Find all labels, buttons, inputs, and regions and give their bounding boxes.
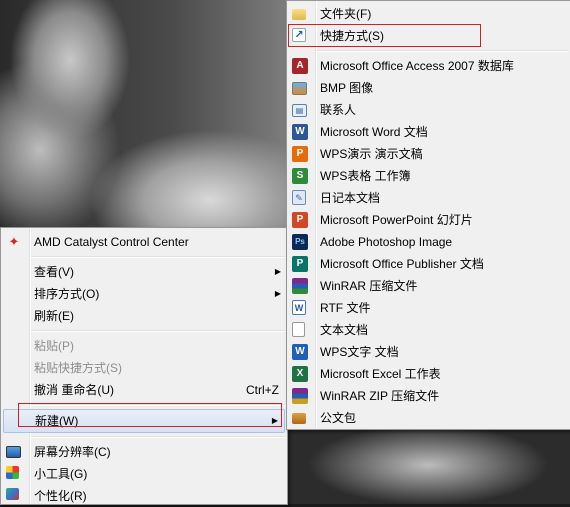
menu-item-label: 查看(V) [34, 265, 74, 279]
new-shortcut-item[interactable]: ↗ 快捷方式(S) [287, 25, 570, 47]
menu-item-refresh[interactable]: 刷新(E) [1, 305, 287, 327]
new-powerpoint-item[interactable]: P Microsoft PowerPoint 幻灯片 [287, 209, 570, 231]
new-folder-item[interactable]: 文件夹(F) [287, 3, 570, 25]
menu-item-label: RTF 文件 [320, 301, 371, 315]
new-excel-worksheet-item[interactable]: X Microsoft Excel 工作表 [287, 363, 570, 385]
menu-item-label: AMD Catalyst Control Center [34, 235, 189, 249]
menu-item-label: WPS演示 演示文稿 [320, 147, 423, 161]
display-icon [6, 446, 21, 458]
desktop-wallpaper-fragment [288, 425, 570, 504]
new-publisher-document-item[interactable]: P Microsoft Office Publisher 文档 [287, 253, 570, 275]
submenu-arrow-icon: ▶ [274, 289, 281, 298]
excel-icon: X [292, 366, 308, 382]
menu-item-view[interactable]: 查看(V) ▶ [1, 261, 287, 283]
wps-spreadsheet-icon: S [292, 168, 308, 184]
menu-item-label: 屏幕分辨率(C) [34, 445, 111, 459]
new-wps-spreadsheet-item[interactable]: S WPS表格 工作簿 [287, 165, 570, 187]
new-bmp-image-item[interactable]: BMP 图像 [287, 77, 570, 99]
new-contact-item[interactable]: ▤ 联系人 [287, 99, 570, 121]
winrar-zip-icon [292, 388, 308, 404]
submenu-arrow-icon: ▶ [271, 416, 278, 425]
photoshop-icon: Ps [292, 234, 308, 250]
menu-item-shortcut: Ctrl+Z [246, 383, 279, 397]
menu-separator [31, 436, 285, 438]
menu-item-label: 个性化(R) [34, 489, 87, 503]
menu-item-label: 新建(W) [35, 414, 79, 428]
menu-item-paste[interactable]: 粘贴(P) [1, 335, 287, 357]
menu-item-label: Microsoft Excel 工作表 [320, 367, 441, 381]
menu-item-label: 排序方式(O) [34, 287, 100, 301]
menu-item-label: Microsoft Office Publisher 文档 [320, 257, 484, 271]
powerpoint-icon: P [292, 212, 308, 228]
new-wps-presentation-item[interactable]: P WPS演示 演示文稿 [287, 143, 570, 165]
rtf-icon: W [292, 300, 306, 315]
word-icon: W [292, 124, 308, 140]
wps-writer-icon: W [292, 344, 308, 360]
submenu-arrow-icon: ▶ [274, 267, 281, 276]
menu-item-label: 小工具(G) [34, 467, 88, 481]
desktop-context-menu: ✦ AMD Catalyst Control Center 查看(V) ▶ 排序… [0, 227, 288, 505]
new-journal-document-item[interactable]: ✎ 日记本文档 [287, 187, 570, 209]
folder-icon [292, 9, 306, 20]
menu-item-label: Microsoft PowerPoint 幻灯片 [320, 213, 473, 227]
new-word-document-item[interactable]: W Microsoft Word 文档 [287, 121, 570, 143]
new-access-database-item[interactable]: A Microsoft Office Access 2007 数据库 [287, 55, 570, 77]
new-winrar-zip-item[interactable]: WinRAR ZIP 压缩文件 [287, 385, 570, 407]
new-submenu: 文件夹(F) ↗ 快捷方式(S) A Microsoft Office Acce… [286, 0, 570, 430]
menu-item-label: BMP 图像 [320, 81, 374, 95]
journal-icon: ✎ [292, 190, 306, 205]
menu-item-screen-resolution[interactable]: 屏幕分辨率(C) [1, 441, 287, 463]
menu-separator [31, 330, 285, 332]
shortcut-icon: ↗ [292, 28, 306, 42]
menu-item-label: 粘贴(P) [34, 339, 74, 353]
gadgets-icon [6, 466, 19, 479]
menu-item-label: WPS表格 工作簿 [320, 169, 411, 183]
menu-item-label: 公文包 [320, 411, 357, 425]
menu-item-label: WPS文字 文档 [320, 345, 399, 359]
menu-item-label: 文本文档 [320, 323, 369, 337]
menu-item-label: Microsoft Office Access 2007 数据库 [320, 59, 514, 73]
new-wps-writer-document-item[interactable]: W WPS文字 文档 [287, 341, 570, 363]
menu-separator [31, 256, 285, 258]
menu-item-label: 粘贴快捷方式(S) [34, 361, 122, 375]
menu-item-gadgets[interactable]: 小工具(G) [1, 463, 287, 485]
menu-item-label: Microsoft Word 文档 [320, 125, 428, 139]
menu-item-label: Adobe Photoshop Image [320, 235, 453, 249]
menu-item-label: 快捷方式(S) [320, 29, 384, 43]
menu-item-label: WinRAR ZIP 压缩文件 [320, 389, 440, 403]
menu-item-paste-shortcut[interactable]: 粘贴快捷方式(S) [1, 357, 287, 379]
menu-separator [317, 50, 568, 52]
winrar-icon [292, 278, 308, 294]
menu-item-new[interactable]: 新建(W) ▶ [3, 409, 285, 433]
new-rtf-file-item[interactable]: W RTF 文件 [287, 297, 570, 319]
access-icon: A [292, 58, 308, 74]
new-text-document-item[interactable]: 文本文档 [287, 319, 570, 341]
menu-item-label: 联系人 [320, 103, 357, 117]
menu-item-label: 文件夹(F) [320, 7, 372, 21]
menu-item-label: 日记本文档 [320, 191, 381, 205]
briefcase-icon [292, 413, 306, 424]
menu-item-label: 刷新(E) [34, 309, 74, 323]
wps-presentation-icon: P [292, 146, 308, 162]
amd-icon: ✦ [8, 234, 20, 249]
personalize-icon [6, 488, 19, 500]
new-photoshop-image-item[interactable]: Ps Adobe Photoshop Image [287, 231, 570, 253]
new-winrar-archive-item[interactable]: WinRAR 压缩文件 [287, 275, 570, 297]
menu-item-label: 撤消 重命名(U) [34, 383, 114, 397]
menu-item-undo-rename[interactable]: 撤消 重命名(U) Ctrl+Z [1, 379, 287, 401]
menu-item-label: WinRAR 压缩文件 [320, 279, 418, 293]
menu-item-amd-catalyst[interactable]: ✦ AMD Catalyst Control Center [1, 231, 287, 253]
text-document-icon [292, 322, 305, 337]
menu-item-sort-by[interactable]: 排序方式(O) ▶ [1, 283, 287, 305]
new-briefcase-item[interactable]: 公文包 [287, 407, 570, 429]
contact-icon: ▤ [292, 104, 307, 117]
publisher-icon: P [292, 256, 308, 272]
bmp-icon [292, 82, 307, 95]
menu-separator [31, 404, 285, 406]
